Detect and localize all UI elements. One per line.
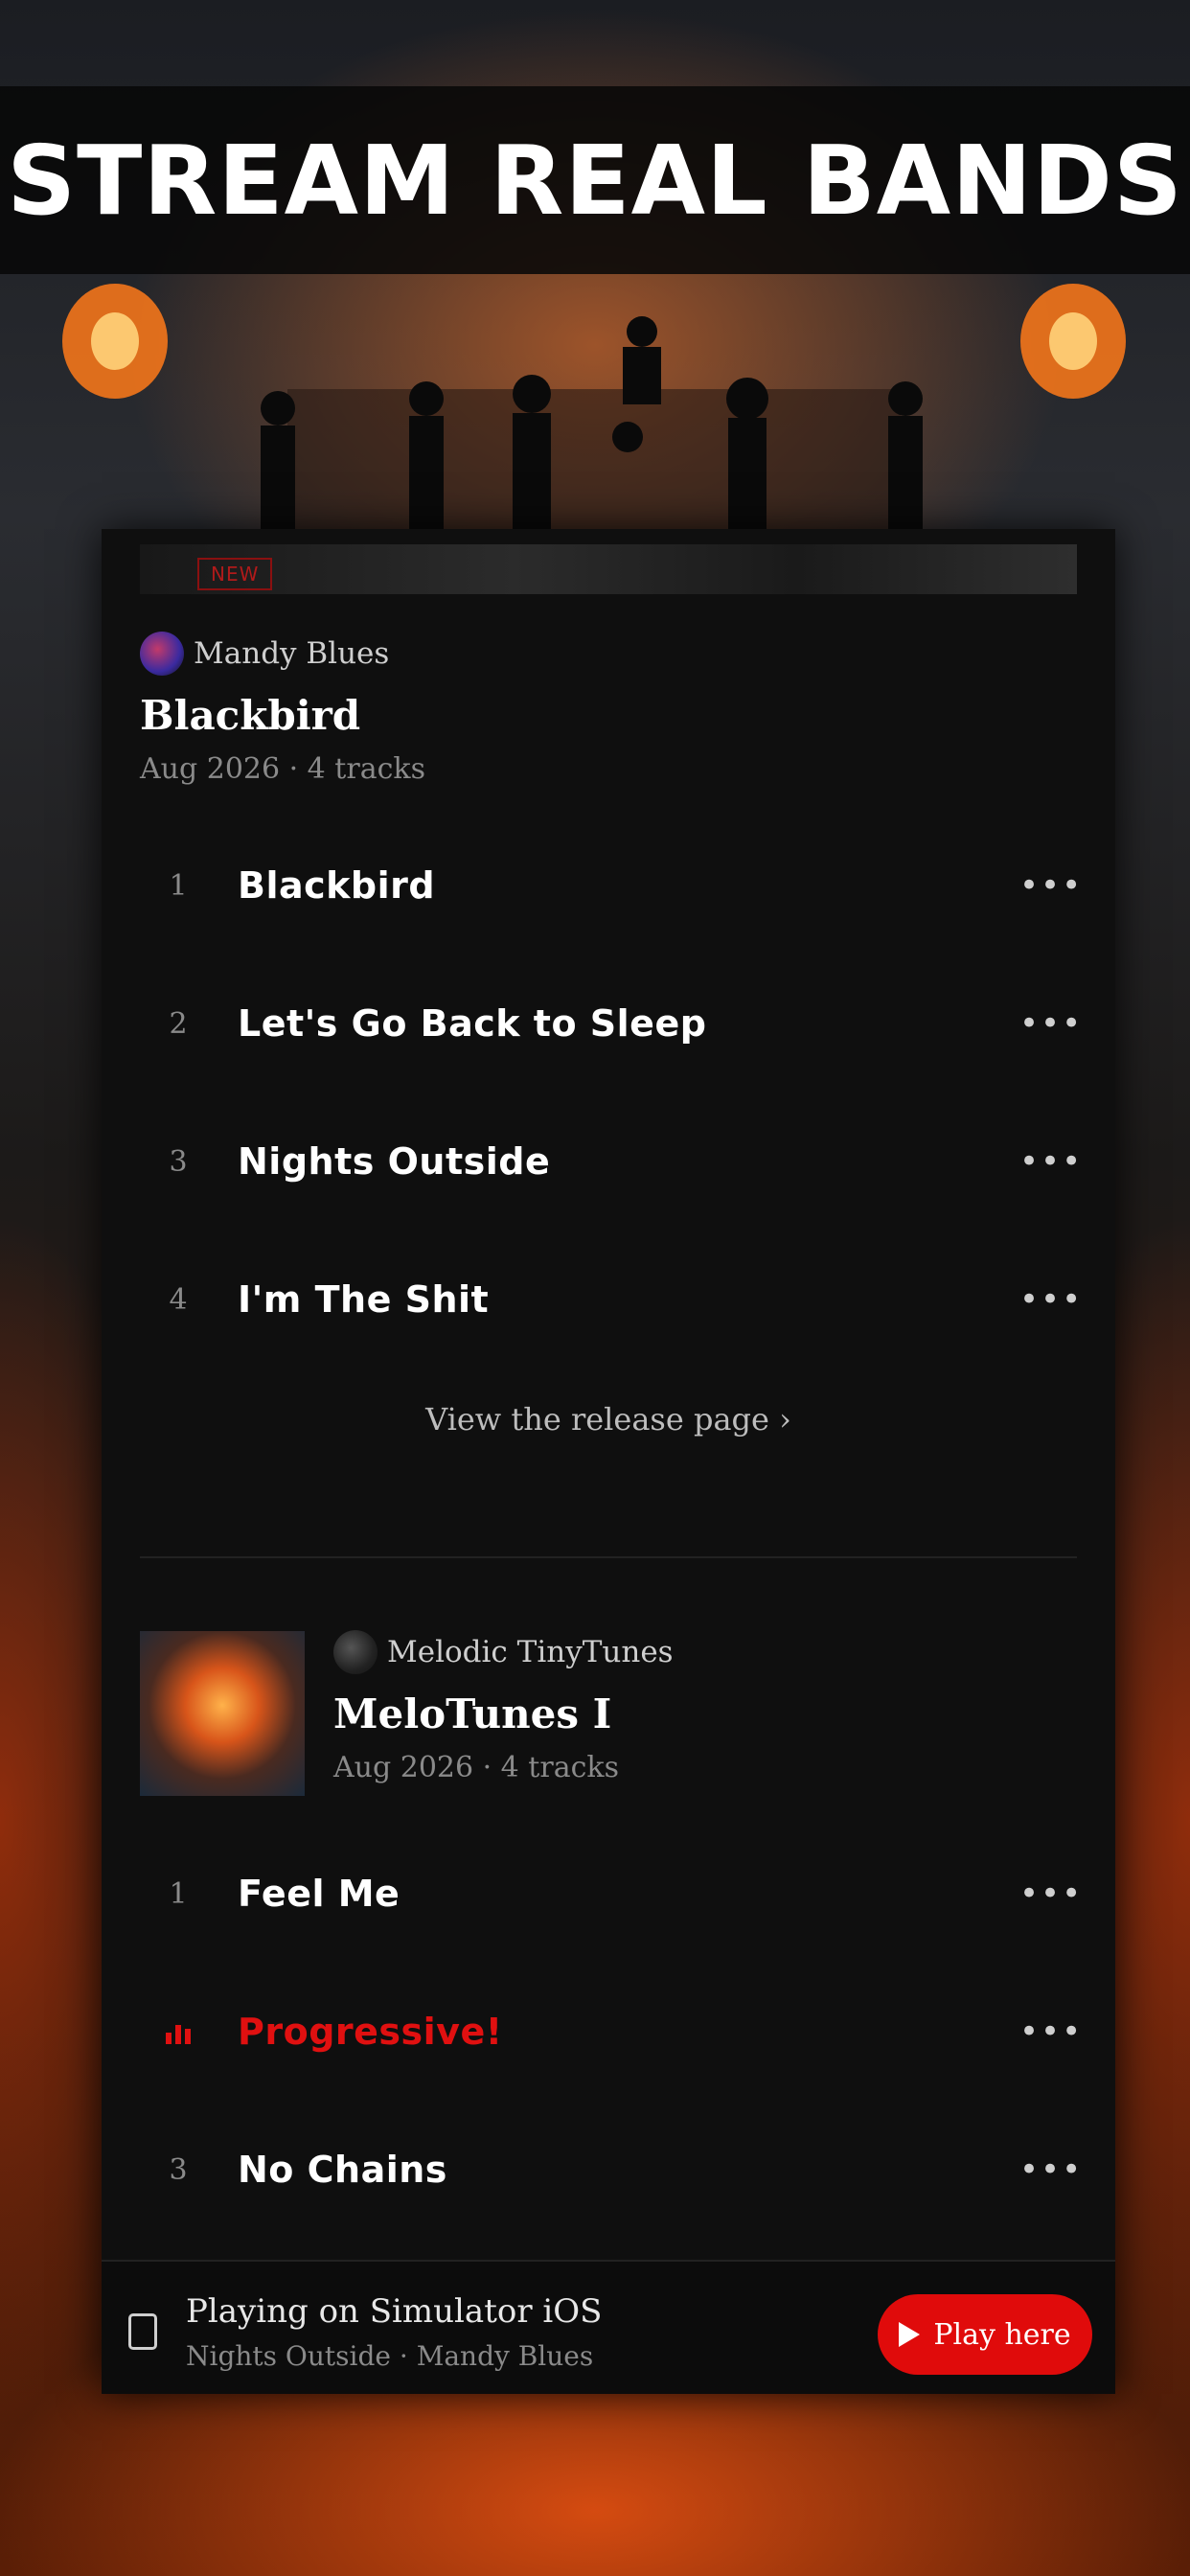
release-cover-strip[interactable]: NEW (140, 544, 1077, 594)
track-row[interactable]: 4 I'm The Shit ••• (140, 1242, 1081, 1357)
artist-name[interactable]: Melodic TinyTunes (387, 1635, 674, 1669)
track-number: 3 (169, 2152, 188, 2187)
equalizer-icon (140, 2019, 217, 2044)
track-number: 3 (169, 1144, 188, 1179)
track-title: No Chains (238, 2149, 447, 2191)
track-number: 1 (169, 1876, 188, 1911)
track-number: 1 (169, 868, 188, 903)
artist-name[interactable]: Mandy Blues (194, 636, 389, 671)
album-artwork[interactable] (140, 1631, 305, 1796)
more-options-icon[interactable]: ••• (1019, 1280, 1081, 1319)
release-header: Mandy Blues Blackbird Aug 2026 · 4 track… (140, 632, 1077, 786)
view-release-page-link[interactable]: View the release page › (102, 1401, 1115, 1438)
artist-avatar (333, 1630, 378, 1674)
track-row-now-playing[interactable]: Progressive! ••• (140, 1974, 1081, 2089)
play-icon (899, 2322, 921, 2347)
artist-avatar (140, 632, 184, 676)
more-options-icon[interactable]: ••• (1019, 1874, 1081, 1913)
track-row[interactable]: 2 Let's Go Back to Sleep ••• (140, 966, 1081, 1081)
track-number: 4 (169, 1282, 188, 1317)
track-title: Nights Outside (238, 1140, 551, 1183)
track-row[interactable]: 3 No Chains ••• (140, 2112, 1081, 2227)
track-number: 2 (169, 1006, 188, 1041)
artist-row[interactable]: Mandy Blues (140, 632, 1077, 676)
play-here-label: Play here (933, 2317, 1071, 2352)
track-title: Progressive! (238, 2011, 503, 2053)
player-track-info: Nights Outside · Mandy Blues (186, 2340, 594, 2372)
play-here-button[interactable]: Play here (878, 2294, 1092, 2375)
more-options-icon[interactable]: ••• (1019, 2150, 1081, 2189)
release-title: Blackbird (140, 692, 361, 739)
track-row[interactable]: 1 Feel Me ••• (140, 1836, 1081, 1951)
track-title: Blackbird (238, 864, 436, 907)
artist-row[interactable]: Melodic TinyTunes (333, 1630, 674, 1674)
track-row[interactable]: 1 Blackbird ••• (140, 828, 1081, 943)
now-playing-bar[interactable]: Playing on Simulator iOS Nights Outside … (102, 2260, 1115, 2394)
banner-title: STREAM REAL BANDS (7, 124, 1183, 237)
more-options-icon[interactable]: ••• (1019, 1004, 1081, 1043)
track-title: Feel Me (238, 1873, 400, 1915)
new-badge: NEW (197, 558, 273, 590)
promo-banner: STREAM REAL BANDS (0, 86, 1190, 274)
device-phone-icon[interactable] (128, 2313, 157, 2350)
track-title: Let's Go Back to Sleep (238, 1002, 707, 1045)
track-row[interactable]: 3 Nights Outside ••• (140, 1104, 1081, 1219)
music-panel[interactable]: NEW Mandy Blues Blackbird Aug 2026 · 4 t… (102, 529, 1115, 2394)
player-device-label: Playing on Simulator iOS (186, 2292, 603, 2331)
more-options-icon[interactable]: ••• (1019, 1142, 1081, 1181)
release-title: MeloTunes I (333, 1690, 612, 1737)
concert-stage-illustration (62, 284, 1126, 533)
more-options-icon[interactable]: ••• (1019, 866, 1081, 905)
track-title: I'm The Shit (238, 1278, 490, 1321)
release-header: Melodic TinyTunes MeloTunes I Aug 2026 ·… (333, 1630, 674, 1784)
release-meta: Aug 2026 · 4 tracks (333, 1751, 619, 1784)
more-options-icon[interactable]: ••• (1019, 2012, 1081, 2051)
release-meta: Aug 2026 · 4 tracks (140, 752, 425, 786)
divider (140, 1556, 1077, 1558)
